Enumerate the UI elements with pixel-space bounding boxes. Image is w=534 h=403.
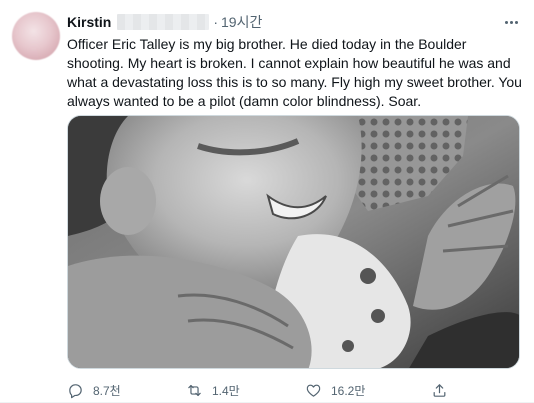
tweet[interactable]: Kirstin · 19시간 Officer Eric Talley is my…	[0, 0, 534, 403]
heart-icon	[306, 384, 321, 397]
tweet-header: Kirstin · 19시간	[67, 12, 262, 32]
reply-button[interactable]: 8.7천	[67, 382, 121, 399]
like-count: 16.2만	[331, 383, 366, 398]
more-icon[interactable]	[500, 11, 522, 33]
more-dot	[504, 20, 508, 24]
photo-image	[68, 116, 519, 368]
tweet-actions: 8.7천 1.4만 16.2만	[67, 380, 487, 400]
like-button[interactable]: 16.2만	[305, 382, 365, 399]
tweet-photo[interactable]	[67, 115, 520, 369]
tweet-text: Officer Eric Talley is my big brother. H…	[67, 36, 522, 109]
tweet-timestamp[interactable]: 19시간	[221, 12, 262, 32]
retweet-icon	[188, 384, 201, 396]
share-button[interactable]	[431, 382, 448, 399]
more-dot	[509, 20, 513, 24]
separator-dot: ·	[213, 14, 219, 30]
author-name[interactable]: Kirstin	[67, 14, 111, 30]
avatar[interactable]	[12, 12, 60, 60]
reply-icon	[69, 383, 82, 398]
share-icon	[433, 383, 446, 397]
retweet-count: 1.4만	[212, 383, 240, 398]
reply-count: 8.7천	[93, 383, 121, 398]
redacted-handle	[117, 14, 210, 30]
more-dot	[514, 20, 518, 24]
retweet-button[interactable]: 1.4만	[186, 382, 240, 399]
